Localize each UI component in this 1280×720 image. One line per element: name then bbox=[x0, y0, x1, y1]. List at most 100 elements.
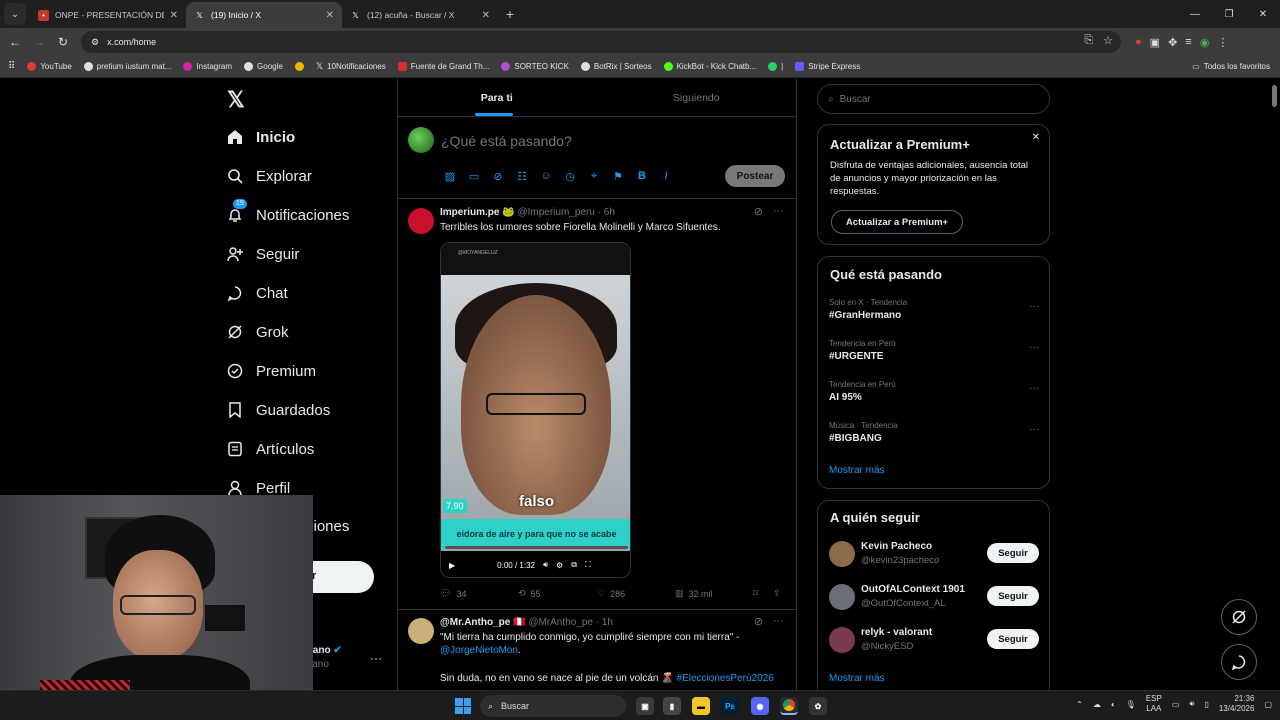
apps-icon[interactable]: ⠿ bbox=[8, 61, 15, 72]
image-icon[interactable]: ▨ bbox=[443, 170, 457, 183]
reply-button[interactable]: 💬︎ 34 bbox=[440, 588, 518, 599]
extension-red-icon[interactable]: ● bbox=[1135, 36, 1142, 48]
close-icon[interactable]: ✕ bbox=[1032, 132, 1040, 143]
tab-search-button[interactable]: ⌄ bbox=[4, 3, 26, 25]
app-icon[interactable]: ✿ bbox=[809, 697, 827, 715]
nav-item-premium[interactable]: Premium bbox=[226, 362, 316, 380]
cloud-icon[interactable]: ☁ bbox=[1093, 700, 1101, 709]
bookmark-10notificaciones[interactable]: 𝕏 10Notificaciones bbox=[316, 61, 386, 72]
messages-fab-icon[interactable] bbox=[1221, 644, 1257, 680]
bookmark-whatsapp[interactable]: | bbox=[768, 62, 783, 71]
all-bookmarks[interactable]: ▭ Todos los favoritos bbox=[1192, 62, 1270, 71]
bookmark-google[interactable]: Google bbox=[244, 62, 283, 71]
account-more-icon[interactable]: ··· bbox=[370, 651, 382, 665]
avatar[interactable] bbox=[408, 618, 434, 644]
avatar[interactable] bbox=[829, 627, 855, 653]
bookmark-youtube[interactable]: YouTube bbox=[27, 62, 72, 71]
extension-icon[interactable]: ▣ bbox=[1150, 36, 1160, 49]
app-tray-icon[interactable]: ◐ bbox=[1111, 700, 1116, 709]
grok-icon[interactable]: ⊘ bbox=[754, 205, 763, 218]
account-switcher[interactable]: iano ✔ lano bbox=[310, 645, 342, 670]
flag-icon[interactable]: ⚑ bbox=[611, 170, 625, 183]
menu-icon[interactable]: ⋮ bbox=[1217, 36, 1228, 49]
battery-icon[interactable]: ▯ bbox=[1204, 700, 1208, 709]
more-icon[interactable]: ··· bbox=[1029, 383, 1039, 394]
fullscreen-icon[interactable]: ⛶ bbox=[585, 560, 591, 570]
browser-tab-onpe[interactable]: • ONPE - PRESENTACIÓN DE RES ✕ bbox=[30, 2, 186, 28]
forward-icon[interactable]: → bbox=[27, 30, 51, 54]
volume-icon[interactable]: 🔊︎ bbox=[1189, 699, 1194, 709]
taskbar-search[interactable]: ⌕ Buscar bbox=[480, 695, 626, 717]
settings-icon[interactable]: ⚙ bbox=[556, 561, 563, 570]
follow-suggestion[interactable]: OutOfALContext 1901 @OutOfContext_AL Segui… bbox=[829, 582, 1039, 612]
bookmark-botrix[interactable]: BotRix | Sorteos bbox=[580, 62, 652, 71]
nav-item-seguir[interactable]: Seguir bbox=[226, 245, 299, 263]
browser-tab-buscar[interactable]: 𝕏 (12) acuña - Buscar / X ✕ bbox=[342, 2, 498, 28]
pip-icon[interactable]: ⧉ bbox=[571, 560, 577, 570]
search-input[interactable]: ⌕ Buscar bbox=[817, 84, 1050, 114]
more-icon[interactable]: ··· bbox=[773, 615, 784, 628]
hashtag-link[interactable]: #EleccionesPerú2026 bbox=[677, 673, 774, 684]
new-tab-button[interactable]: + bbox=[498, 2, 522, 26]
bookmark-extra[interactable] bbox=[294, 62, 304, 71]
video-player[interactable]: @MOYANGELUZ falso 7.90 eidora de aire y … bbox=[440, 242, 631, 578]
avatar[interactable] bbox=[408, 208, 434, 234]
avatar[interactable] bbox=[408, 127, 434, 153]
file-explorer-icon[interactable]: ▬ bbox=[692, 697, 710, 715]
bookmark-stripe[interactable]: Stripe Express bbox=[795, 62, 860, 71]
trend-item[interactable]: Tendencia en Perú #URGENTE ··· bbox=[829, 339, 1039, 362]
grok-fab-icon[interactable] bbox=[1221, 599, 1257, 635]
show-more-link[interactable]: Mostrar más bbox=[829, 673, 885, 684]
nav-item-articulos[interactable]: Artículos bbox=[226, 440, 314, 458]
reload-icon[interactable]: ↻ bbox=[51, 30, 75, 54]
profile-avatar-icon[interactable]: ◉ bbox=[1200, 36, 1210, 49]
browser-tab-inicio[interactable]: 𝕏 (19) Inicio / X ✕ bbox=[186, 2, 342, 28]
bookmark-button[interactable]: ⌑ bbox=[753, 588, 773, 599]
back-icon[interactable]: ← bbox=[3, 30, 27, 54]
location-icon[interactable]: ⌖ bbox=[587, 170, 601, 183]
mic-icon[interactable]: 🎙︎ bbox=[1126, 700, 1136, 709]
poll-icon[interactable]: ☷ bbox=[515, 170, 529, 183]
discord-icon[interactable]: ◉ bbox=[751, 697, 769, 715]
puzzle-icon[interactable]: ✥ bbox=[1168, 36, 1177, 49]
close-window-icon[interactable]: ✕ bbox=[1246, 0, 1280, 28]
trend-item[interactable]: Tendencia en Perú AI 95% ··· bbox=[829, 380, 1039, 403]
page-scrollbar[interactable] bbox=[1269, 79, 1280, 691]
scrollbar-thumb[interactable] bbox=[1272, 85, 1277, 107]
bookmark-fuente-gta[interactable]: Fuente de Grand Th... bbox=[397, 62, 489, 71]
close-tab-icon[interactable]: ✕ bbox=[170, 10, 178, 21]
app-icon[interactable]: ▮ bbox=[663, 697, 681, 715]
volume-icon[interactable]: 🔊︎ bbox=[543, 560, 548, 570]
more-icon[interactable]: ··· bbox=[1029, 342, 1039, 353]
bookmark-kickbot[interactable]: KickBot - Kick Chatb... bbox=[663, 62, 756, 71]
follow-button[interactable]: Seguir bbox=[987, 543, 1039, 563]
follow-button[interactable]: Seguir bbox=[987, 586, 1039, 606]
bookmark-instagram[interactable]: Instagram bbox=[183, 62, 232, 71]
show-more-link[interactable]: Mostrar más bbox=[829, 465, 885, 476]
like-button[interactable]: ♡ 286 bbox=[597, 588, 675, 599]
more-icon[interactable]: ··· bbox=[1029, 301, 1039, 312]
notification-icon[interactable]: ▢ bbox=[1264, 700, 1272, 709]
bookmark-sorteo-kick[interactable]: SORTEO KICK bbox=[501, 62, 569, 71]
mention-link[interactable]: @JorgeNietoMon bbox=[440, 645, 518, 656]
share-icon[interactable]: ⇪ bbox=[773, 588, 781, 599]
play-icon[interactable]: ▶ bbox=[449, 561, 455, 570]
windows-start-icon[interactable] bbox=[455, 698, 471, 714]
x-logo-icon[interactable]: 𝕏 bbox=[227, 87, 245, 113]
minimize-icon[interactable]: — bbox=[1178, 0, 1212, 28]
views-button[interactable]: ▥ 32 mil bbox=[675, 588, 753, 599]
postear-button[interactable]: Postear bbox=[725, 165, 785, 187]
task-view-icon[interactable]: ▣ bbox=[636, 697, 654, 715]
composer-input[interactable]: ¿Qué está pasando? bbox=[441, 133, 572, 149]
nav-item-chat[interactable]: Chat bbox=[226, 284, 288, 302]
premium-button[interactable]: Actualizar a Premium+ bbox=[831, 210, 963, 234]
nav-item-inicio[interactable]: Inicio bbox=[226, 128, 295, 146]
chrome-icon[interactable] bbox=[780, 697, 798, 715]
italic-icon[interactable]: I bbox=[659, 170, 673, 183]
tweet[interactable]: @Mr.Antho_pe 🇵🇪 @MrAntho_pe · 1h ⊘ ··· "M… bbox=[397, 610, 796, 691]
nav-item-notificaciones[interactable]: 19 Notificaciones bbox=[226, 199, 349, 224]
video-progress[interactable] bbox=[445, 546, 628, 549]
follow-button[interactable]: Seguir bbox=[987, 629, 1039, 649]
author-name[interactable]: Imperium.pe 🐸 bbox=[440, 207, 515, 218]
install-app-icon[interactable]: ⎘ bbox=[1084, 34, 1093, 47]
